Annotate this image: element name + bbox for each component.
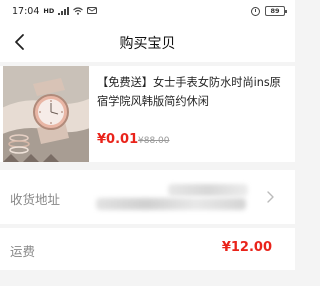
- wifi-icon: [73, 7, 84, 15]
- product-image[interactable]: [3, 66, 89, 162]
- product-title[interactable]: 【免费送】女士手表女防水时尚ins原宿学院风韩版简约休闲: [97, 73, 291, 111]
- page-title: 购买宝贝: [119, 36, 176, 52]
- message-icon: [87, 7, 98, 14]
- signal-icon: [58, 7, 70, 15]
- address-label: 收货地址: [10, 192, 61, 207]
- status-right: 89: [251, 6, 287, 16]
- product-price: ¥0.01: [97, 132, 139, 147]
- shipping-label: 运费: [10, 244, 36, 259]
- status-left: 17:04 HD: [12, 5, 98, 17]
- blurred-address: [96, 180, 256, 214]
- status-time: 17:04: [12, 5, 40, 17]
- battery-level: 89: [270, 7, 280, 15]
- original-price: ¥88.00: [138, 136, 170, 146]
- chevron-right-icon: [267, 191, 274, 203]
- hd-label: HD: [43, 7, 55, 15]
- product-card[interactable]: 【免费送】女士手表女防水时尚ins原宿学院风韩版简约休闲 ¥0.01 ¥88.0…: [0, 66, 295, 162]
- status-bar: 17:04 HD 89: [0, 0, 295, 22]
- shipping-row: 运费 ¥12.00: [0, 228, 295, 270]
- alarm-icon: [251, 6, 260, 16]
- battery-icon: 89: [265, 6, 287, 16]
- shipping-fee: ¥12.00: [221, 240, 272, 255]
- address-row[interactable]: 收货地址: [0, 170, 295, 224]
- nav-bar: 购买宝贝: [0, 22, 295, 62]
